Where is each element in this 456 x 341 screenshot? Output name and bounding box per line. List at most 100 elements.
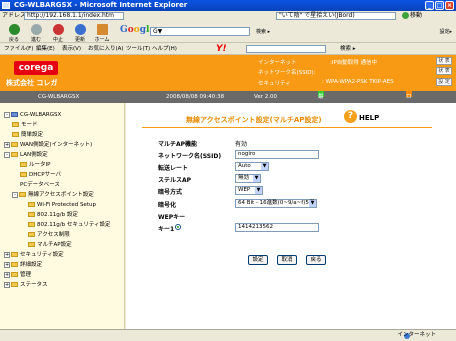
collapse-icon[interactable]: - — [4, 111, 10, 118]
ssid-input[interactable]: nogiro — [235, 150, 319, 159]
value-multi-ap: 有効 — [235, 141, 248, 148]
expand-icon[interactable]: + — [4, 281, 10, 288]
menu-bar: ファイル(F) 編集(E) 表示(V) お気に入り(A) ツール(T) ヘルプ(… — [0, 43, 456, 55]
sidebar-item-label: PCデータベース — [20, 182, 60, 188]
maximize-button[interactable]: □ — [435, 1, 444, 10]
label-ssid: ネットワーク名(SSID) — [158, 153, 222, 160]
ie-icon — [2, 2, 10, 9]
auth-select-value: WEP — [238, 187, 251, 193]
sidebar-item-label: WAN側設定(インターネット) — [20, 142, 93, 148]
forward-button[interactable]: 進む — [26, 24, 46, 43]
corega-logo: corega — [14, 61, 58, 75]
sidebar-item-label: CG-WLBARGSX — [20, 112, 62, 118]
datetime: 2008/08/08 09:40:38 — [166, 94, 225, 100]
menu-file[interactable]: ファイル(F) — [4, 43, 33, 55]
sidebar-item[interactable]: PCデータベース — [20, 181, 60, 189]
sidebar-item[interactable]: DHCPサーバ — [20, 171, 61, 179]
help-icon[interactable]: ? — [344, 110, 357, 123]
encryption-select[interactable]: 64 Bit - 16進数(0~9/a~f)5桁 ▼ — [235, 199, 317, 208]
minimize-button[interactable]: _ — [425, 1, 434, 10]
yahoo-search-input[interactable] — [246, 45, 326, 53]
sidebar-item[interactable]: + セキュリティ設定 — [4, 251, 64, 259]
menu-tools[interactable]: ツール(T) — [126, 43, 150, 55]
help-link[interactable]: HELP — [359, 114, 379, 122]
sidebar-item-label: アクセス制限 — [37, 232, 70, 238]
sidebar-item-label: セキュリティ設定 — [20, 252, 64, 258]
sidebar-item[interactable]: ルータIP — [20, 161, 50, 169]
sidebar-item-label: モード — [21, 122, 38, 128]
sidebar-item-label: LAN側設定 — [20, 152, 48, 158]
expand-icon[interactable]: + — [4, 251, 10, 258]
stop-button[interactable]: 中止 — [48, 24, 68, 43]
back-nav-button[interactable]: 戻る — [306, 255, 326, 265]
sidebar-item-label: 無線アクセスポイント設定 — [28, 192, 94, 198]
folder-icon — [11, 262, 18, 267]
submit-button[interactable]: 設定 — [248, 255, 268, 265]
expand-icon[interactable]: + — [4, 271, 10, 278]
sidebar-item[interactable]: - LAN側設定 — [4, 151, 48, 159]
refresh-icon — [74, 24, 86, 35]
folder-icon — [28, 232, 35, 237]
back-button[interactable]: 戻る — [4, 24, 24, 43]
sidebar-item[interactable]: 802.11g/b 設定 — [28, 211, 78, 219]
close-button[interactable]: × — [445, 1, 454, 10]
folder-icon — [20, 172, 27, 177]
collapse-icon[interactable]: - — [12, 191, 18, 198]
sidebar-item[interactable]: 簡単設定 — [12, 131, 43, 139]
sidebar-item[interactable]: + WAN側設定(インターネット) — [4, 141, 92, 149]
sidebar-item[interactable]: + 詳細設定 — [4, 261, 42, 269]
status-button-ssid[interactable]: 状 表 — [436, 67, 452, 75]
info-val-internet: :IP自動取得 通信中 — [330, 60, 378, 66]
sidebar-item[interactable]: + ステータス — [4, 281, 48, 289]
menu-help[interactable]: ヘルプ(H) — [152, 43, 177, 55]
expand-icon[interactable]: + — [4, 141, 10, 148]
sidebar-item[interactable]: アクセス制限 — [28, 231, 70, 239]
label-wep-key: WEPキー — [158, 214, 186, 221]
cancel-button[interactable]: 取消 — [277, 255, 297, 265]
firmware-version: Ver 2.00 — [254, 94, 277, 100]
collapse-icon[interactable]: - — [4, 151, 10, 158]
sidebar-item[interactable]: Wi-Fi Protected Setup — [28, 201, 96, 209]
stealth-select[interactable]: 無効 ▼ — [235, 174, 261, 183]
status-button-internet[interactable]: 状 表 — [436, 57, 452, 65]
sidebar-item[interactable]: マルチAP設定 — [28, 241, 72, 249]
page-title: 無線アクセスポイント設定(マルチAP設定) — [186, 116, 322, 124]
go-button[interactable]: 移動 — [402, 11, 422, 21]
yahoo-search-button[interactable]: 検索 ▸ — [340, 43, 356, 55]
menu-favorites[interactable]: お気に入り(A) — [88, 43, 124, 55]
refresh-button[interactable]: 更新 — [70, 24, 90, 43]
sidebar-item[interactable]: 802.11g/b セキュリティ設定 — [28, 221, 111, 229]
sidebar-item-label: マルチAP設定 — [37, 242, 72, 248]
folder-icon — [19, 192, 26, 197]
sidebar-item-label: ステータス — [20, 282, 48, 288]
router-status-bar: CG-WLBARGSX 2008/08/08 09:40:38 Ver 2.00… — [0, 91, 456, 232]
settings-button-security[interactable]: 設 定 — [436, 78, 452, 86]
label-key1: キー1 — [158, 226, 175, 233]
google-search-input[interactable]: G▼ — [150, 27, 250, 36]
info-key-internet: インターネット — [258, 60, 297, 66]
sidebar-item[interactable]: モード — [12, 121, 38, 129]
sidebar-item[interactable]: - 無線アクセスポイント設定 — [12, 191, 94, 199]
home-button[interactable]: ホーム — [92, 24, 112, 43]
sidebar-item-label: 802.11g/b セキュリティ設定 — [37, 222, 111, 228]
menu-view[interactable]: 表示(V) — [62, 43, 81, 55]
company-name: 株式会社 コレガ — [6, 79, 58, 87]
folder-icon — [28, 242, 35, 247]
sidebar-item[interactable]: - CG-WLBARGSX — [4, 111, 61, 119]
key1-radio[interactable] — [175, 224, 181, 230]
search-input[interactable]: "いて陰" で星拾えい(JBord) — [276, 12, 396, 20]
address-bar: アドレス(D) http://192.168.1.1/index.htm "いて… — [0, 11, 456, 21]
window-title: CG-WLBARGSX - Microsoft Internet Explore… — [14, 1, 188, 9]
home-icon — [96, 24, 108, 35]
key1-input[interactable]: 1414213562 — [235, 223, 319, 232]
address-input[interactable]: http://192.168.1.1/index.htm — [24, 12, 124, 20]
google-search-button[interactable]: 検索 ▸ — [256, 28, 270, 35]
stop-icon — [52, 24, 64, 35]
sidebar-item[interactable]: + 管理 — [4, 271, 31, 279]
rate-select[interactable]: Auto ▼ — [235, 162, 269, 171]
menu-edit[interactable]: 編集(E) — [36, 43, 55, 55]
expand-icon[interactable]: + — [4, 261, 10, 268]
settings-button[interactable]: 設定▸ — [439, 28, 452, 35]
go-arrow-icon — [402, 12, 409, 19]
auth-select[interactable]: WEP ▼ — [235, 186, 263, 195]
